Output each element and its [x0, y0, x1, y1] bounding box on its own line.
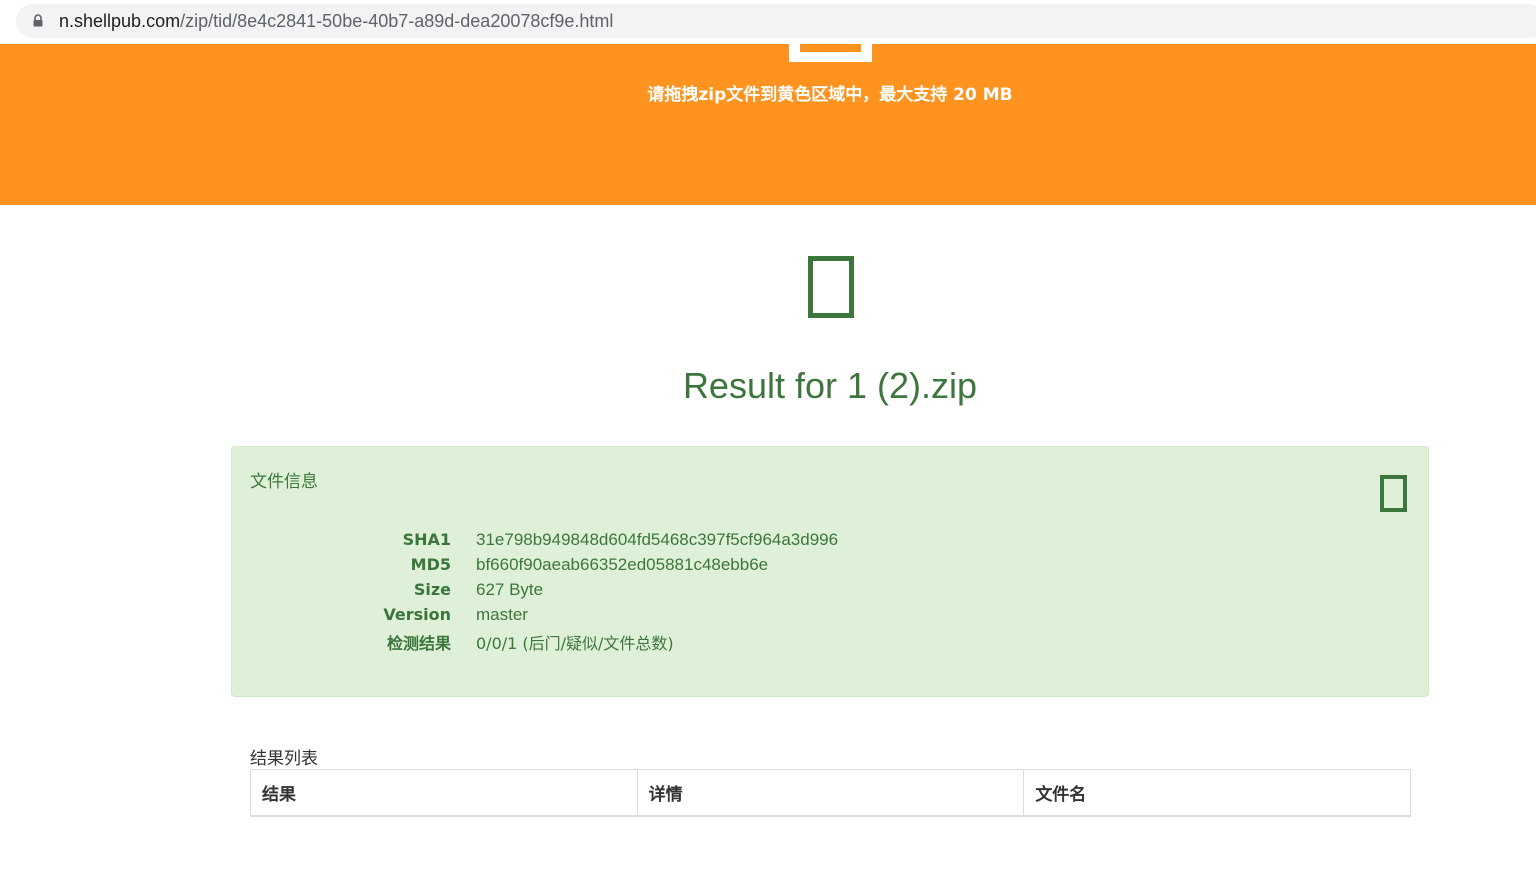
- info-value: master: [476, 605, 528, 624]
- info-label: SHA1: [402, 530, 451, 549]
- lock-icon: [33, 14, 43, 27]
- info-label: MD5: [410, 555, 451, 574]
- column-header-result: 结果: [250, 769, 638, 817]
- upload-icon: [789, 44, 872, 62]
- results-table: 结果 详情 文件名: [250, 769, 1411, 817]
- info-value: 31e798b949848d604fd5468c397f5cf964a3d996: [476, 530, 839, 549]
- column-header-details: 详情: [636, 769, 1025, 817]
- column-header-filename: 文件名: [1023, 769, 1411, 817]
- check-icon: [808, 256, 854, 318]
- results-list-caption: 结果列表: [250, 749, 318, 769]
- address-bar[interactable]: n.shellpub.com/zip/tid/8e4c2841-50be-40b…: [16, 4, 1536, 38]
- info-label: 检测结果: [386, 634, 451, 653]
- panel-title: 文件信息: [250, 472, 318, 492]
- upload-drop-zone[interactable]: 请拖拽zip文件到黄色区域中，最大支持 20 MB: [0, 44, 1536, 205]
- table-header-row: 结果 详情 文件名: [250, 769, 1411, 817]
- result-title: Result for 1 (2).zip: [682, 365, 978, 406]
- url-text[interactable]: n.shellpub.com/zip/tid/8e4c2841-50be-40b…: [59, 11, 613, 32]
- info-label: Size: [413, 580, 451, 599]
- file-info-panel: 文件信息 SHA1 31e798b949848d604fd5468c397f5c…: [231, 446, 1429, 697]
- url-path: /zip/tid/8e4c2841-50be-40b7-a89d-dea2007…: [180, 11, 614, 31]
- upload-instruction: 请拖拽zip文件到黄色区域中，最大支持 20 MB: [647, 85, 1013, 105]
- info-value: 627 Byte: [476, 580, 544, 599]
- file-icon: [1380, 475, 1407, 512]
- url-host: n.shellpub.com: [59, 11, 181, 31]
- info-value: 0/0/1 (后门/疑似/文件总数): [476, 634, 674, 653]
- info-value: bf660f90aeab66352ed05881c48ebb6e: [476, 555, 769, 574]
- info-label: Version: [383, 605, 451, 624]
